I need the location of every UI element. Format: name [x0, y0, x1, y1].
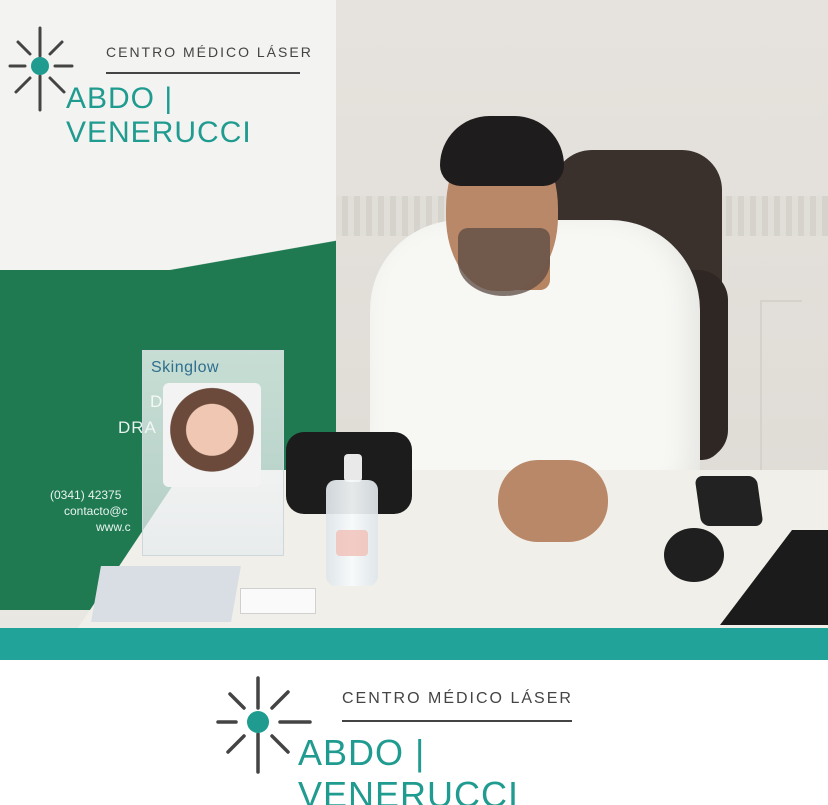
banner-logo-title: ABDO | VENERUCCI: [66, 82, 252, 149]
computer-mouse: [664, 528, 724, 582]
footer-logo-title: ABDO | VENERUCCI: [298, 732, 520, 805]
banner-phone-partial: (0341) 42375: [50, 488, 122, 502]
smartphone: [694, 476, 764, 526]
branding-footer: CENTRO MÉDICO LÁSER ABDO | VENERUCCI: [0, 660, 828, 805]
brochure-portrait: [163, 383, 261, 487]
office-photo: CENTRO MÉDICO LÁSER ABDO | VENERUCCI DR …: [0, 0, 828, 628]
banner-email-partial: contacto@c: [64, 504, 128, 518]
banner-logo-subtitle: CENTRO MÉDICO LÁSER: [106, 44, 313, 60]
desk-brochure: [91, 566, 241, 622]
footer-logo: CENTRO MÉDICO LÁSER ABDO | VENERUCCI: [210, 660, 590, 805]
photo-card: CENTRO MÉDICO LÁSER ABDO | VENERUCCI DR …: [0, 0, 828, 805]
teal-divider-bar: [0, 628, 828, 660]
business-card: [240, 588, 316, 614]
hand-sanitizer-bottle: [326, 480, 378, 586]
doctor-hands: [498, 460, 608, 542]
sanitizer-pump: [344, 454, 362, 482]
doctor-hair: [440, 116, 564, 186]
footer-logo-divider: [342, 720, 572, 722]
footer-logo-subtitle: CENTRO MÉDICO LÁSER: [342, 690, 573, 707]
banner-logo-divider: [106, 72, 300, 74]
sanitizer-label: [336, 530, 368, 556]
banner-logo: CENTRO MÉDICO LÁSER ABDO | VENERUCCI: [0, 0, 320, 149]
brochure-stand: Skinglow: [142, 350, 284, 556]
banner-web-partial: www.c: [96, 520, 131, 534]
brochure-brand: Skinglow: [151, 359, 220, 376]
doctor-beard: [458, 228, 550, 296]
